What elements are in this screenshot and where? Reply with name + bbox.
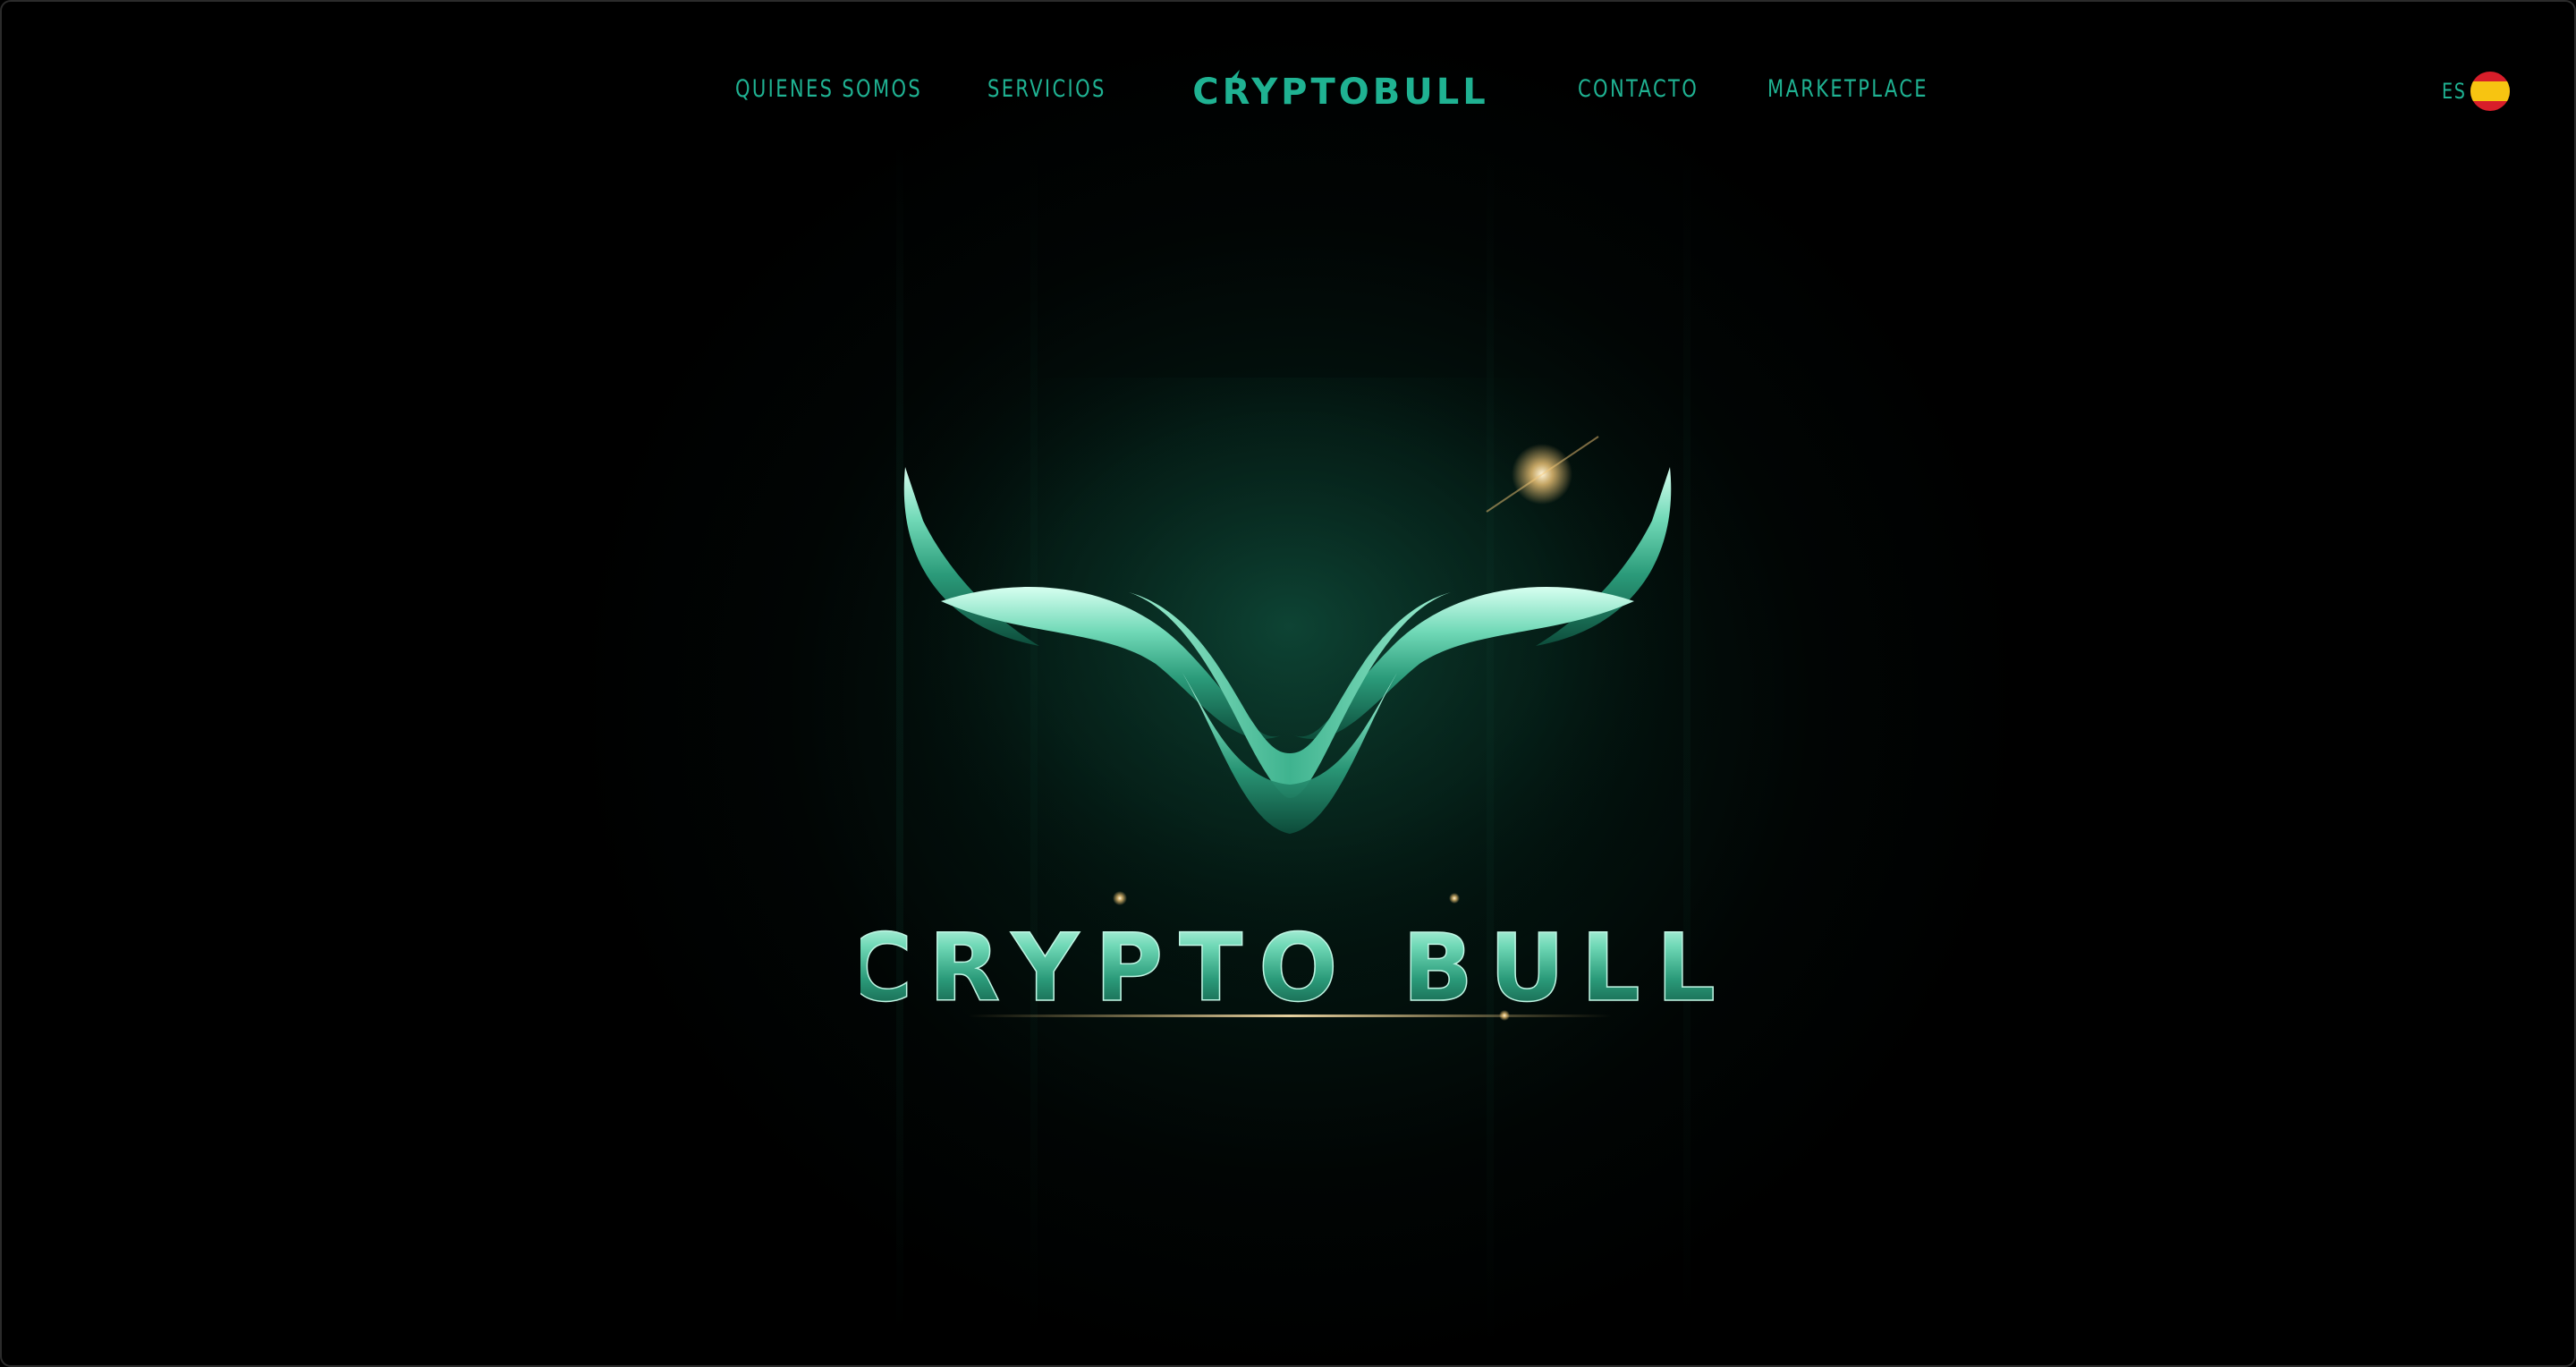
language-code: ES	[2442, 79, 2467, 104]
nav-link-quienes-somos[interactable]: QUIENES SOMOS	[735, 75, 922, 103]
sparkle	[1113, 891, 1127, 905]
sparkle	[1449, 893, 1460, 904]
hero-logo: CRYPTO BULL	[825, 288, 1755, 1057]
nav-link-contacto[interactable]: CONTACTO	[1578, 75, 1699, 103]
cryptobull-nav-logo[interactable]: CRYPTOBULL	[1170, 66, 1512, 113]
line-sparkle	[1499, 1010, 1510, 1021]
hero-wordmark: CRYPTO BULL	[860, 913, 1732, 1023]
nav-link-marketplace[interactable]: MARKETPLACE	[1767, 75, 1928, 103]
nav-link-servicios[interactable]: SERVICIOS	[987, 75, 1106, 103]
bull-horns-emblem: CRYPTO BULL	[825, 288, 1755, 1040]
spain-flag-icon	[2470, 72, 2510, 111]
page-frame: QUIENES SOMOS SERVICIOS CRYPTOBULL CONTA…	[0, 0, 2576, 1367]
light-line	[968, 1015, 1612, 1017]
main-nav: QUIENES SOMOS SERVICIOS CRYPTOBULL CONTA…	[2, 63, 2574, 120]
language-selector[interactable]: ES	[2442, 72, 2510, 111]
